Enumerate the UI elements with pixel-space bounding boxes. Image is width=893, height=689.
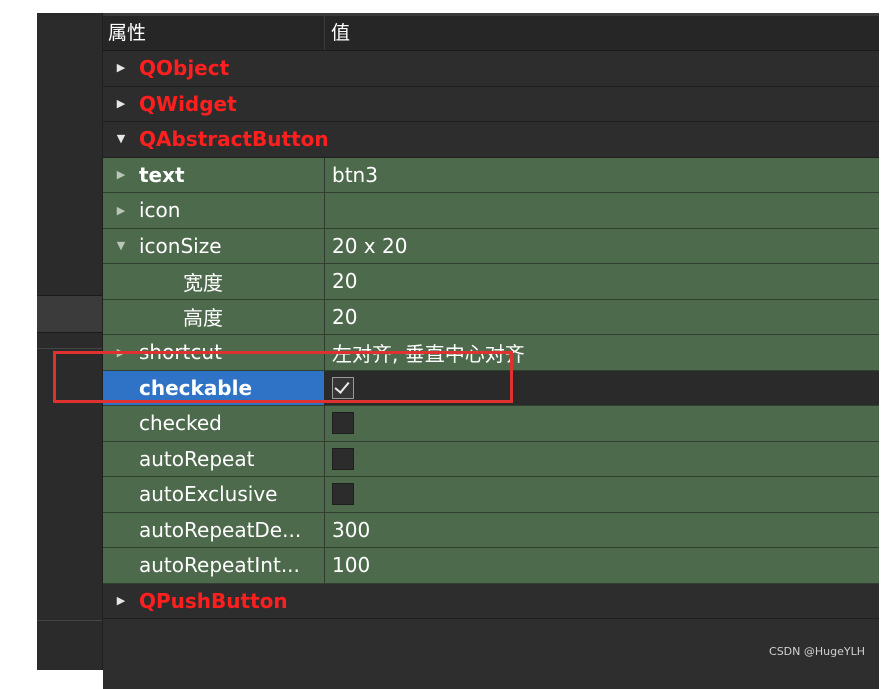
left-panel <box>37 13 103 670</box>
property-row-text[interactable]: ▶ text btn3 <box>103 157 879 193</box>
property-value[interactable]: 20 <box>332 305 357 329</box>
watermark: CSDN @HugeYLH <box>769 645 865 658</box>
property-name: 高度 <box>183 306 223 331</box>
header-property[interactable]: 属性 <box>103 16 325 50</box>
left-panel-divider <box>37 348 102 349</box>
property-name: autoRepeatDe... <box>139 517 302 542</box>
group-qabstractbutton[interactable]: ▼ QAbstractButton <box>103 122 879 158</box>
property-name: autoRepeatInt... <box>139 553 300 578</box>
expand-arrow-icon[interactable]: ▶ <box>103 168 139 181</box>
property-name: icon <box>139 198 181 223</box>
property-value[interactable]: btn3 <box>332 163 378 187</box>
left-panel-band <box>37 295 102 333</box>
group-qobject[interactable]: ▶ QObject <box>103 51 879 87</box>
property-value[interactable]: 20 <box>332 269 357 293</box>
collapse-arrow-icon[interactable]: ▼ <box>103 239 139 252</box>
header-value[interactable]: 值 <box>325 16 879 50</box>
group-qwidget[interactable]: ▶ QWidget <box>103 86 879 122</box>
expand-arrow-icon[interactable]: ▶ <box>103 584 139 618</box>
expand-arrow-icon[interactable]: ▶ <box>103 51 139 85</box>
autorepeat-checkbox[interactable] <box>332 447 354 470</box>
property-value[interactable]: 300 <box>332 518 370 542</box>
property-value[interactable]: 20 x 20 <box>332 234 407 258</box>
property-name: text <box>139 162 185 187</box>
property-row-autorepeatdelay[interactable]: autoRepeatDe... 300 <box>103 512 879 548</box>
property-name: autoRepeat <box>139 446 255 471</box>
group-label: QObject <box>139 56 230 81</box>
property-row-checked[interactable]: checked <box>103 406 879 442</box>
group-label: QAbstractButton <box>139 127 329 152</box>
empty-area <box>103 619 879 689</box>
property-row-autorepeat[interactable]: autoRepeat <box>103 441 879 477</box>
property-name: checked <box>139 411 222 436</box>
property-name: autoExclusive <box>139 482 278 507</box>
collapse-arrow-icon[interactable]: ▼ <box>103 122 139 156</box>
property-row-iconsize[interactable]: ▼ iconSize 20 x 20 <box>103 228 879 264</box>
group-label: QWidget <box>139 91 237 116</box>
expand-arrow-icon[interactable]: ▶ <box>103 87 139 121</box>
property-value[interactable]: 100 <box>332 553 370 577</box>
table-header: 属性 值 <box>103 16 879 51</box>
group-qpushbutton[interactable]: ▶ QPushButton <box>103 583 879 619</box>
property-row-width[interactable]: 宽度 20 <box>103 264 879 300</box>
highlight-box <box>53 351 513 403</box>
property-editor: 属性 值 ▶ QObject ▶ QWidget ▼ QAbstractButt… <box>37 13 879 689</box>
left-panel-divider <box>37 620 102 621</box>
property-row-autorepeatinterval[interactable]: autoRepeatInt... 100 <box>103 548 879 584</box>
property-name: 宽度 <box>183 270 223 295</box>
autoexclusive-checkbox[interactable] <box>332 483 354 506</box>
expand-arrow-icon[interactable]: ▶ <box>103 204 139 217</box>
checked-checkbox[interactable] <box>332 412 354 435</box>
group-label: QPushButton <box>139 588 288 613</box>
property-name: iconSize <box>139 233 222 258</box>
property-row-height[interactable]: 高度 20 <box>103 299 879 335</box>
property-row-icon[interactable]: ▶ icon <box>103 193 879 229</box>
property-row-autoexclusive[interactable]: autoExclusive <box>103 477 879 513</box>
